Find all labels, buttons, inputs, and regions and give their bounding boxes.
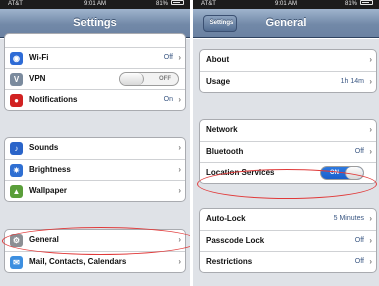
- status-bar: AT&T 9:01 AM 81%: [0, 0, 190, 9]
- chevron-right-icon: ›: [369, 214, 372, 223]
- toggle-state-label: OFF: [159, 76, 171, 82]
- page-title: General: [265, 17, 307, 29]
- list-item-wi-fi[interactable]: ◉ Wi-Fi Off ›: [5, 47, 185, 68]
- list-item-label: About: [206, 55, 230, 64]
- list-item-value: Off: [163, 54, 173, 61]
- sounds-icon: ♪: [10, 142, 23, 155]
- list-item-value: Off: [354, 258, 364, 265]
- list-item-label: Wi-Fi: [29, 53, 49, 62]
- general-group-security: Auto-Lock 5 Minutes › Passcode Lock Off › Re…: [199, 208, 377, 273]
- wallpaper-icon: ▲: [10, 185, 23, 198]
- list-item-value: Off: [354, 148, 364, 155]
- wifi-icon: ◉: [10, 52, 23, 65]
- list-item-value: 1h 14m: [340, 78, 364, 85]
- battery-percent: 81%: [344, 1, 357, 7]
- list-item-network[interactable]: Network ›: [200, 120, 376, 141]
- settings-screen: AT&T 9:01 AM 81% Settings ◉ Wi-Fi Off › V VP…: [0, 0, 190, 286]
- list-item-usage[interactable]: Usage 1h 14m ›: [200, 71, 376, 92]
- navigation-bar: Settings General: [193, 9, 379, 38]
- list-item-label: Auto-Lock: [206, 214, 246, 223]
- list-item-label: Notifications: [29, 95, 78, 104]
- mail-icon: ✉: [10, 256, 23, 269]
- chevron-right-icon: ›: [369, 236, 372, 245]
- general-list: About › Usage 1h 14m › Network › Bluetooth Of…: [193, 39, 379, 286]
- list-item-mail-contacts-calendars[interactable]: ✉ Mail, Contacts, Calendars ›: [5, 251, 185, 272]
- list-item-bluetooth[interactable]: Bluetooth Off ›: [200, 141, 376, 162]
- chevron-right-icon: ›: [178, 165, 181, 174]
- list-item-sounds[interactable]: ♪ Sounds ›: [5, 138, 185, 159]
- battery-percent: 81%: [155, 1, 168, 7]
- list-item-about[interactable]: About ›: [200, 50, 376, 71]
- chevron-right-icon: ›: [178, 143, 181, 152]
- list-item-label: Usage: [206, 77, 231, 86]
- chevron-right-icon: ›: [369, 77, 372, 86]
- gear-icon: ⚙: [10, 234, 23, 247]
- list-item-value: Off: [354, 237, 364, 244]
- vpn-toggle[interactable]: OFF: [119, 72, 179, 86]
- list-item-label: Bluetooth: [206, 147, 244, 156]
- toggle-knob: [345, 167, 363, 179]
- list-item-label: VPN: [29, 74, 46, 83]
- list-item-notifications[interactable]: ● Notifications On ›: [5, 89, 185, 110]
- list-item-wallpaper[interactable]: ▲ Wallpaper ›: [5, 180, 185, 201]
- general-screen: AT&T 9:01 AM 81% Settings General About ›…: [193, 0, 379, 286]
- list-item-label: Network: [206, 125, 238, 134]
- brightness-icon: ✷: [10, 164, 23, 177]
- toggle-knob: [120, 73, 144, 85]
- back-button[interactable]: Settings: [203, 15, 237, 32]
- list-item-label: Brightness: [29, 165, 71, 174]
- general-group-connectivity: Network › Bluetooth Off › Location Services…: [199, 119, 377, 184]
- chevron-right-icon: ›: [178, 257, 181, 266]
- list-item-partial: [5, 34, 185, 47]
- notifications-icon: ●: [10, 94, 23, 107]
- general-group-info: About › Usage 1h 14m ›: [199, 49, 377, 93]
- list-item-vpn[interactable]: V VPN OFF: [5, 68, 185, 89]
- location-services-toggle[interactable]: ON: [320, 166, 364, 180]
- chevron-right-icon: ›: [369, 147, 372, 156]
- list-item-general[interactable]: ⚙ General ›: [5, 230, 185, 251]
- list-item-brightness[interactable]: ✷ Brightness ›: [5, 159, 185, 180]
- chevron-right-icon: ›: [369, 125, 372, 134]
- toggle-state-label: ON: [330, 170, 339, 176]
- list-item-label: Sounds: [29, 143, 59, 152]
- list-item-passcode-lock[interactable]: Passcode Lock Off ›: [200, 230, 376, 251]
- chevron-right-icon: ›: [369, 257, 372, 266]
- chevron-right-icon: ›: [369, 55, 372, 64]
- settings-list: ◉ Wi-Fi Off › V VPN OFF ● Notifications On › ♪ So…: [0, 33, 190, 286]
- settings-group-network: ◉ Wi-Fi Off › V VPN OFF ● Notifications On ›: [4, 33, 186, 111]
- chevron-right-icon: ›: [178, 95, 181, 104]
- battery-icon: [360, 0, 373, 5]
- vpn-icon: V: [10, 73, 23, 86]
- chevron-right-icon: ›: [178, 53, 181, 62]
- list-item-label: Location Services: [206, 168, 275, 177]
- chevron-right-icon: ›: [178, 235, 181, 244]
- list-item-restrictions[interactable]: Restrictions Off ›: [200, 251, 376, 272]
- list-item-label: Passcode Lock: [206, 236, 265, 245]
- status-bar: AT&T 9:01 AM 81%: [193, 0, 379, 9]
- list-item-label: General: [29, 235, 59, 244]
- list-item-label: Wallpaper: [29, 186, 67, 195]
- list-item-auto-lock[interactable]: Auto-Lock 5 Minutes ›: [200, 209, 376, 230]
- page-title: Settings: [73, 17, 117, 29]
- list-item-value: 5 Minutes: [333, 215, 364, 222]
- list-item-label: Mail, Contacts, Calendars: [29, 257, 127, 266]
- list-item-location-services[interactable]: Location Services ON: [200, 162, 376, 183]
- settings-group-system: ⚙ General › ✉ Mail, Contacts, Calendars ›: [4, 229, 186, 273]
- settings-group-display: ♪ Sounds › ✷ Brightness › ▲ Wallpaper ›: [4, 137, 186, 202]
- chevron-right-icon: ›: [178, 186, 181, 195]
- battery-icon: [171, 0, 184, 5]
- list-item-value: On: [163, 96, 173, 103]
- list-item-label: Restrictions: [206, 257, 253, 266]
